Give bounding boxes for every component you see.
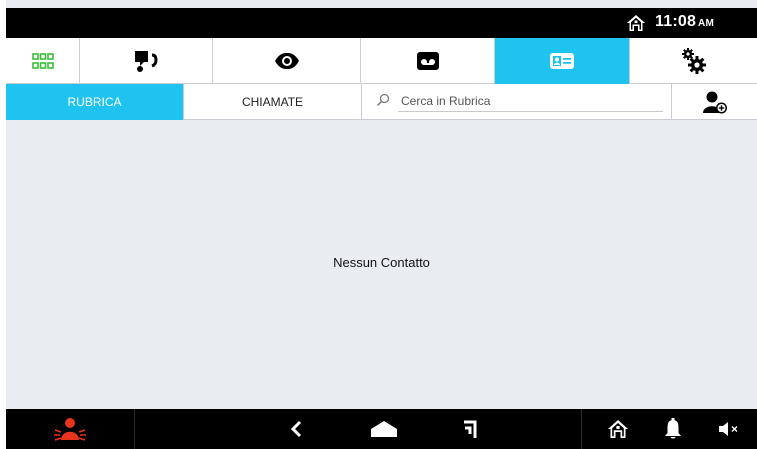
add-contact-icon <box>703 91 727 114</box>
tab-rubrica[interactable]: RUBRICA <box>6 84 184 120</box>
intercom-icon <box>135 51 158 72</box>
tab-rubrica-label: RUBRICA <box>67 95 122 109</box>
eye-icon <box>274 53 299 69</box>
main-tab-bar <box>6 38 757 84</box>
alarm-icon <box>54 418 86 441</box>
mute-icon <box>719 422 738 436</box>
clock-time: 11:08 <box>655 13 697 30</box>
bottom-nav-bar <box>6 409 757 449</box>
clock-ampm: AM <box>698 18 714 29</box>
home-shortcut-button[interactable] <box>592 409 644 449</box>
nav-divider <box>134 409 135 449</box>
recent-icon <box>464 420 477 438</box>
home-nav-button[interactable] <box>356 409 412 449</box>
tab-chiamate-label: CHIAMATE <box>241 95 304 109</box>
tab-intercom[interactable] <box>80 38 213 84</box>
status-bar: 11:08 AM <box>6 8 757 38</box>
back-button[interactable] <box>266 409 326 449</box>
search-icon <box>376 93 390 107</box>
empty-contacts-message: Nessun Contatto <box>333 255 430 270</box>
nav-divider <box>581 409 582 449</box>
sub-tab-bar: RUBRICA CHIAMATE <box>6 84 757 120</box>
contact-card-icon <box>550 53 574 69</box>
search-input[interactable] <box>398 90 663 112</box>
home-icon <box>627 15 645 31</box>
tab-settings[interactable] <box>630 38 757 84</box>
alarm-button[interactable] <box>6 409 134 449</box>
add-contact-button[interactable] <box>673 84 757 120</box>
tab-surveillance[interactable] <box>213 38 361 84</box>
voicemail-icon <box>416 52 439 70</box>
home-nav-icon <box>371 421 397 437</box>
tab-apps[interactable] <box>6 38 80 84</box>
search-box <box>362 84 672 120</box>
bell-icon <box>665 418 681 439</box>
bell-button[interactable] <box>650 409 696 449</box>
tab-address-book[interactable] <box>495 38 630 84</box>
mute-button[interactable] <box>706 409 752 449</box>
device-screen: 11:08 AM RUBRICA CHIAMATE Cerca in Rubri… <box>6 0 757 449</box>
home-icon <box>608 420 628 438</box>
tab-answering-machine[interactable] <box>361 38 495 84</box>
recent-button[interactable] <box>442 409 498 449</box>
gears-icon <box>681 48 706 74</box>
grid-icon <box>31 53 54 69</box>
tab-chiamate[interactable]: CHIAMATE <box>184 84 362 120</box>
clock: 11:08 AM <box>655 13 714 31</box>
back-icon <box>290 420 302 438</box>
